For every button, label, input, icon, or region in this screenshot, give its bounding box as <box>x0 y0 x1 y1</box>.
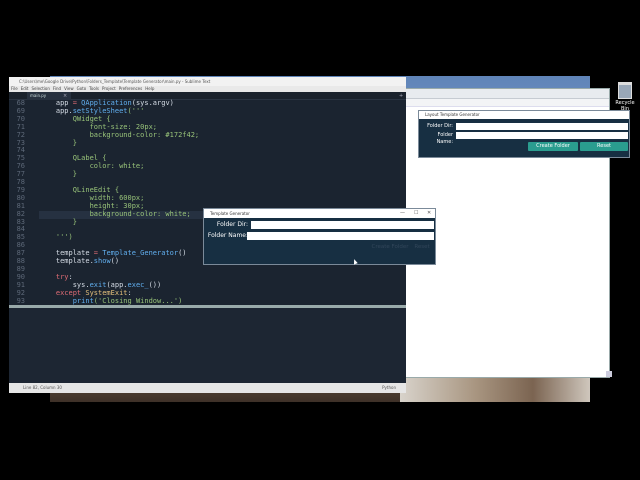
folder-name-input[interactable] <box>247 232 434 240</box>
reset-button[interactable]: Reset <box>411 243 433 251</box>
side-folder-name-input[interactable] <box>456 132 628 139</box>
status-syntax[interactable]: Python <box>382 383 396 393</box>
side-folder-dir-input[interactable] <box>456 123 628 130</box>
minimize-icon[interactable]: — <box>400 209 405 218</box>
folder-name-label: Folder Name: <box>207 232 248 239</box>
menu-item-preferences[interactable]: Preferences <box>119 86 143 91</box>
menu-item-edit[interactable]: Edit <box>21 86 29 91</box>
folder-dir-label: Folder Dir: <box>216 221 248 228</box>
recycle-bin-shortcut[interactable]: Recycle Bin <box>612 82 638 112</box>
line-number-gutter: 68 69 70 71 72 73 74 75 76 77 78 79 80 81 82 83 84 85 86 87… <box>9 99 39 304</box>
side-template-window[interactable]: Layout Template Generator Folder Dir: Fo… <box>418 110 630 158</box>
side-reset-button[interactable]: Reset <box>580 142 628 151</box>
code-line: } <box>39 138 77 147</box>
menu-item-find[interactable]: Find <box>53 86 61 91</box>
editor-statusbar: Line 82, Column 30 Python <box>9 383 406 393</box>
menu-item-help[interactable]: Help <box>145 86 154 91</box>
code-line: color: white; <box>39 162 145 171</box>
menu-item-tools[interactable]: Tools <box>89 86 99 91</box>
menu-item-view[interactable]: View <box>64 86 74 91</box>
browser-titlebar[interactable] <box>406 89 609 99</box>
maximize-icon[interactable]: ☐ <box>414 209 418 218</box>
menu-item-project[interactable]: Project <box>102 86 116 91</box>
status-position: Line 82, Column 30 <box>23 385 62 390</box>
side-folder-name-label: Folder Name: <box>436 132 453 145</box>
menu-item-file[interactable]: File <box>11 86 18 91</box>
folder-dir-input[interactable] <box>251 221 434 229</box>
side-create-folder-button[interactable]: Create Folder <box>528 142 578 151</box>
template-generator-window[interactable]: Template Generator — ☐ ✕ Folder Dir: Fol… <box>203 208 436 265</box>
code-line: background-color: #172f42; <box>39 130 200 139</box>
create-folder-button[interactable]: Create Folder <box>371 243 409 251</box>
code-line: } <box>39 170 77 179</box>
menu-item-selection[interactable]: Selection <box>31 86 49 91</box>
side-folder-dir-label: Folder Dir: <box>427 123 453 129</box>
close-icon[interactable]: ✕ <box>427 209 431 218</box>
new-tab-icon[interactable]: + <box>399 92 405 100</box>
editor-titlebar[interactable]: C:\Users\me\Google Drive\Python\Folders_… <box>9 77 406 86</box>
build-output-panel[interactable] <box>9 305 406 383</box>
side-window-titlebar[interactable]: Layout Template Generator <box>419 111 629 119</box>
recycle-bin-icon <box>618 82 632 99</box>
menu-item-goto[interactable]: Goto <box>77 86 87 91</box>
code-editor-area[interactable]: app = QApplication(sys.argv) app.setStyl… <box>39 99 405 304</box>
browser-toolbar <box>406 99 609 107</box>
browser-resize-icon[interactable] <box>606 371 612 377</box>
